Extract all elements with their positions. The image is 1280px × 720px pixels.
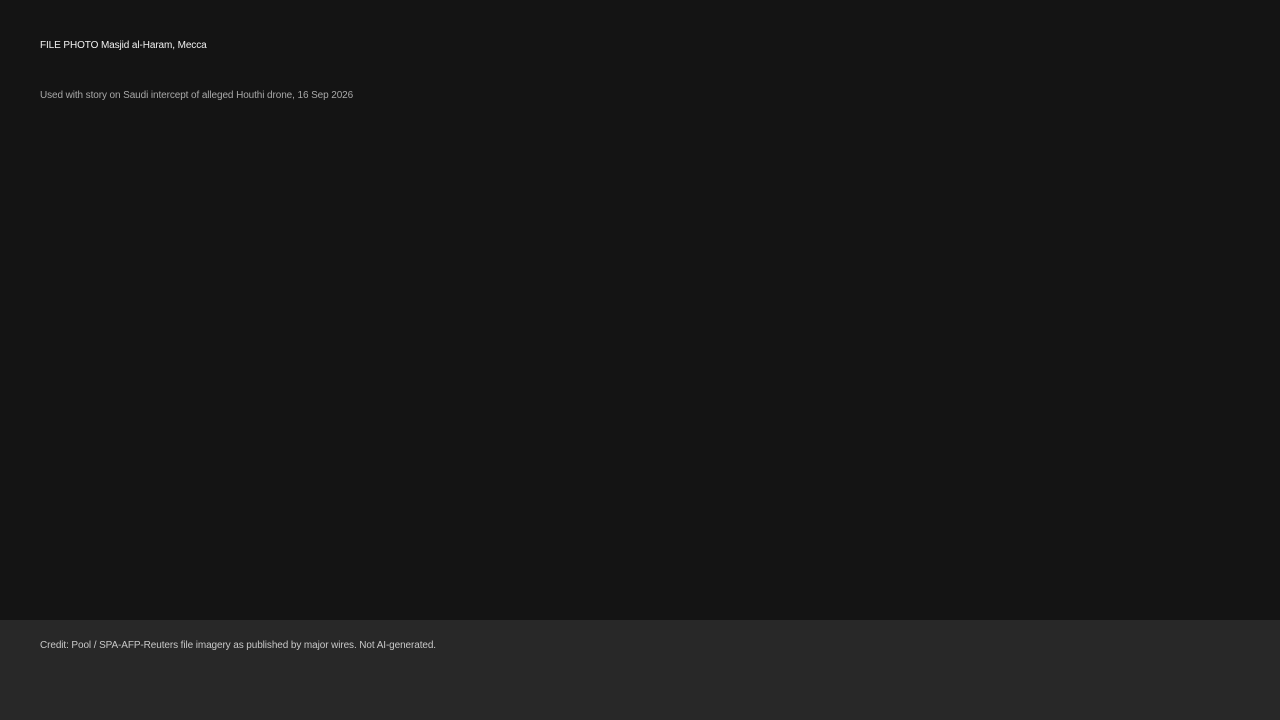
photo-caption: Used with story on Saudi intercept of al… xyxy=(40,90,354,101)
photo-credit: Credit: Pool / SPA-AFP-Reuters file imag… xyxy=(40,640,436,651)
file-photo-area: FILE PHOTO Masjid al-Haram, Mecca Used w… xyxy=(0,0,1280,620)
credit-bar: Credit: Pool / SPA-AFP-Reuters file imag… xyxy=(0,620,1280,720)
photo-title: FILE PHOTO Masjid al-Haram, Mecca xyxy=(40,40,207,51)
photo-page: FILE PHOTO Masjid al-Haram, Mecca Used w… xyxy=(0,0,1280,720)
